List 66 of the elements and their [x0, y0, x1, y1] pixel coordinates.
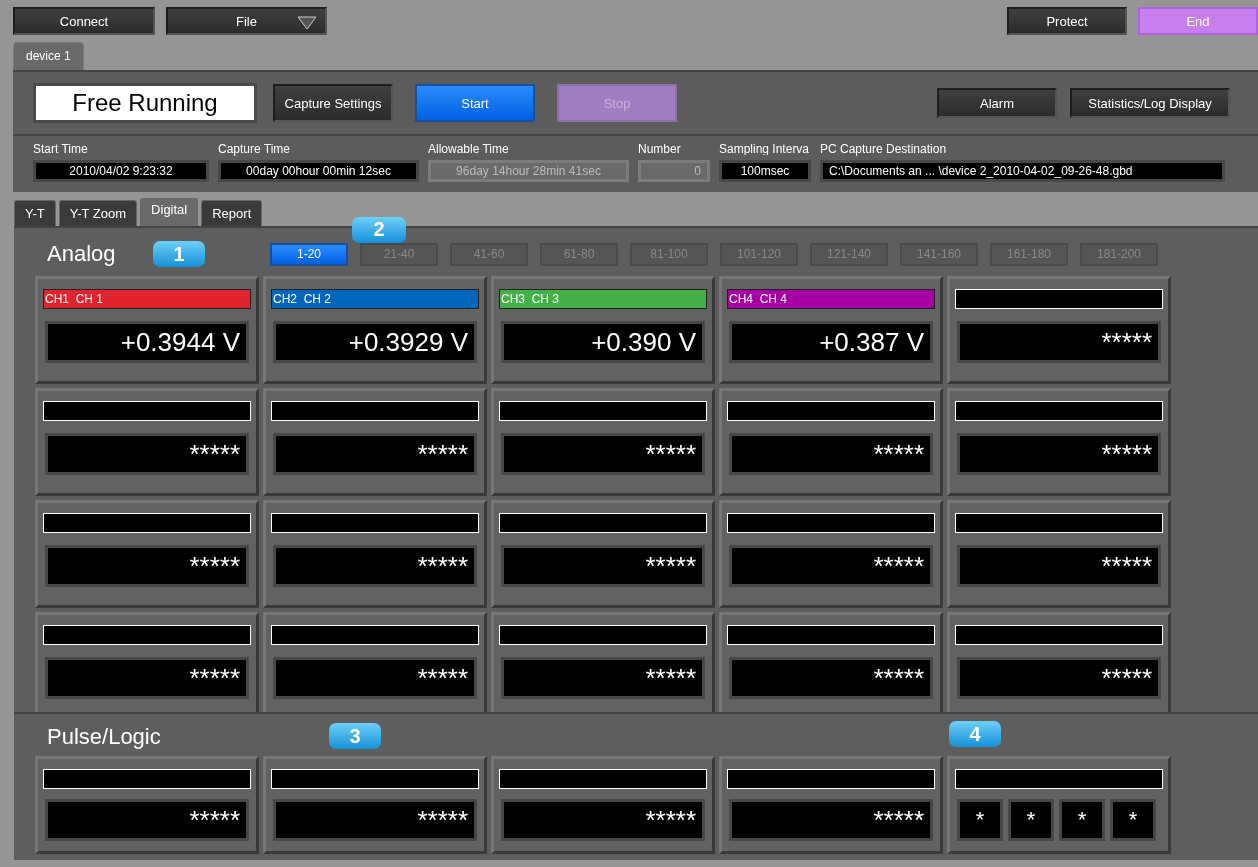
channel-label: CH4 CH 4	[727, 289, 935, 309]
logic-bit: *	[957, 799, 1003, 841]
section-title: Pulse/Logic	[46, 724, 162, 750]
capture-button[interactable]: Start	[415, 84, 535, 122]
toolbar-button[interactable]: Protect	[1007, 7, 1127, 35]
channel-value: +0.3944 V	[45, 321, 249, 363]
field-label: Number	[638, 142, 682, 155]
channel-value: +0.387 V	[729, 321, 933, 363]
view-tab[interactable]: Digital	[140, 198, 199, 226]
panel-button[interactable]: Statistics/Log Display	[1070, 88, 1230, 118]
channel-label: CH2 CH 2	[271, 289, 479, 309]
channel-value: *****	[273, 657, 477, 699]
mode-display: Free Running	[36, 86, 254, 120]
readout-field: 96day 14hour 28min 41sec	[428, 160, 629, 182]
channel-value: *****	[45, 799, 249, 841]
section-title: Analog	[46, 241, 117, 267]
channel-value: +0.390 V	[501, 321, 705, 363]
channel-value: *****	[501, 433, 705, 475]
channel-value: *****	[729, 799, 933, 841]
channel-value: *****	[957, 321, 1161, 363]
readout-field: 00day 00hour 00min 12sec	[218, 160, 419, 182]
channel-value: *****	[957, 433, 1161, 475]
channel-value: *****	[273, 799, 477, 841]
callout-badge: 4	[949, 721, 1001, 747]
logic-bit: *	[1059, 799, 1105, 841]
toolbar-button[interactable]: File	[166, 7, 327, 35]
channel-value: *****	[501, 545, 705, 587]
channel-value: *****	[729, 657, 933, 699]
readout-field: 0	[638, 160, 710, 182]
toolbar-button[interactable]: Connect	[13, 7, 155, 35]
logic-bit: *	[1110, 799, 1156, 841]
field-label: PC Capture Destination	[820, 142, 948, 155]
field-label: Capture Time	[218, 142, 292, 155]
field-label: Sampling Interva	[719, 142, 811, 155]
channel-value: *****	[729, 433, 933, 475]
panel-button[interactable]: Alarm	[937, 88, 1057, 118]
capture-button[interactable]: Capture Settings	[273, 84, 393, 122]
view-tab[interactable]: Report	[201, 200, 263, 226]
channel-value: *****	[501, 657, 705, 699]
channel-value: *****	[45, 657, 249, 699]
channel-value: *****	[957, 545, 1161, 587]
range-button[interactable]: 1-20	[270, 242, 348, 266]
callout-badge: 2	[352, 216, 406, 243]
callout-badge: 3	[329, 723, 381, 749]
channel-value: *****	[501, 799, 705, 841]
channel-value: +0.3929 V	[273, 321, 477, 363]
channel-value: *****	[45, 433, 249, 475]
channel-value: *****	[957, 657, 1161, 699]
field-label: Allowable Time	[428, 142, 510, 155]
readout-field: C:\Documents an ... \device 2_2010-04-02_09-26-48.gbd	[820, 160, 1225, 182]
toolbar-button[interactable]: End	[1138, 7, 1258, 35]
channel-label: CH1 CH 1	[43, 289, 251, 309]
caret-icon	[297, 16, 317, 30]
callout-badge: 1	[153, 241, 205, 267]
channel-label: CH3 CH 3	[499, 289, 707, 309]
field-label: Start Time	[33, 142, 89, 155]
logic-bit: *	[1008, 799, 1054, 841]
channel-value: *****	[729, 545, 933, 587]
view-tab[interactable]: Y-T Zoom	[58, 200, 138, 226]
channel-value: *****	[273, 545, 477, 587]
view-tab[interactable]: Y-T	[14, 200, 56, 226]
channel-value: *****	[273, 433, 477, 475]
readout-field: 100msec	[719, 160, 811, 182]
device-tab[interactable]: device 1	[13, 42, 84, 70]
readout-field: 2010/04/02 9:23:32	[33, 160, 209, 182]
channel-value: *****	[45, 545, 249, 587]
